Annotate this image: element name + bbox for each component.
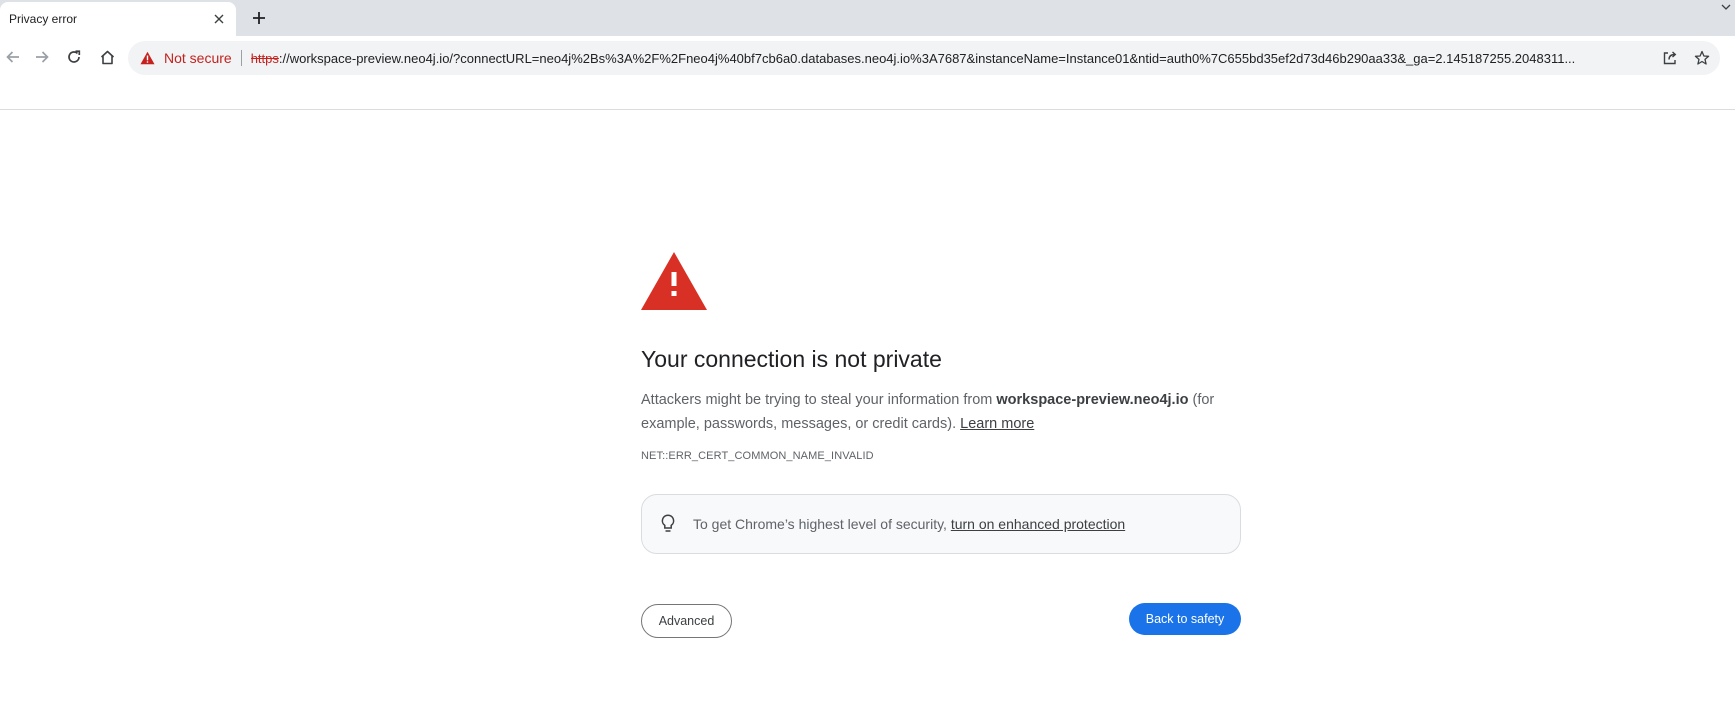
home-icon [100, 50, 114, 64]
share-icon [1663, 51, 1677, 65]
url-rest: ://workspace-preview.neo4j.io/?connectUR… [278, 50, 1576, 66]
enhanced-protection-text: To get Chrome’s highest level of securit… [693, 516, 1125, 532]
back-arrow-icon [6, 51, 19, 63]
enhanced-protection-promo: To get Chrome’s highest level of securit… [641, 494, 1241, 554]
button-row: Advanced Back to safety [641, 603, 1241, 638]
explanation-prefix: Attackers might be trying to steal your … [641, 392, 997, 408]
learn-more-link[interactable]: Learn more [960, 416, 1034, 432]
site-domain: workspace-preview.neo4j.io [996, 392, 1189, 408]
forward-arrow-icon [36, 51, 49, 63]
lightbulb-icon [658, 513, 678, 535]
page-title: Your connection is not private [641, 346, 942, 372]
tab-search-button[interactable] [1719, 0, 1733, 14]
warning-triangle-icon[interactable] [140, 50, 156, 66]
enhanced-protection-link[interactable]: turn on enhanced protection [951, 516, 1125, 532]
interstitial-main: Your connection is not private Attackers… [641, 252, 1241, 638]
chevron-down-icon [1721, 4, 1731, 10]
url-text[interactable]: https://workspace-preview.neo4j.io/?conn… [251, 51, 1651, 66]
tab-strip: Privacy error [0, 0, 1735, 36]
not-secure-label[interactable]: Not secure [164, 50, 232, 66]
enhanced-prefix: To get Chrome’s highest level of securit… [693, 516, 951, 532]
plus-icon [253, 12, 265, 24]
share-button[interactable] [1660, 48, 1680, 68]
toolbar: Not secure https://workspace-preview.neo… [0, 36, 1735, 110]
error-code: NET::ERR_CERT_COMMON_NAME_INVALID [641, 450, 874, 462]
forward-button[interactable] [29, 44, 55, 70]
url-scheme: https [250, 50, 279, 66]
star-icon [1694, 50, 1710, 65]
address-bar[interactable]: Not secure https://workspace-preview.neo… [128, 41, 1720, 75]
tab-title: Privacy error [9, 12, 78, 26]
back-to-safety-button[interactable]: Back to safety [1129, 603, 1241, 635]
close-icon[interactable] [210, 10, 228, 28]
tab-privacy-error[interactable]: Privacy error [0, 2, 236, 36]
home-button[interactable] [94, 44, 120, 70]
omnibox-divider [240, 50, 242, 66]
back-button[interactable] [0, 44, 26, 70]
reload-button[interactable] [61, 44, 87, 70]
bookmark-star-button[interactable] [1692, 48, 1712, 68]
warning-triangle-icon [641, 252, 707, 310]
advanced-button[interactable]: Advanced [641, 604, 732, 638]
new-tab-button[interactable] [248, 7, 270, 29]
reload-icon [68, 50, 81, 63]
explanation-text: Attackers might be trying to steal your … [641, 388, 1241, 436]
